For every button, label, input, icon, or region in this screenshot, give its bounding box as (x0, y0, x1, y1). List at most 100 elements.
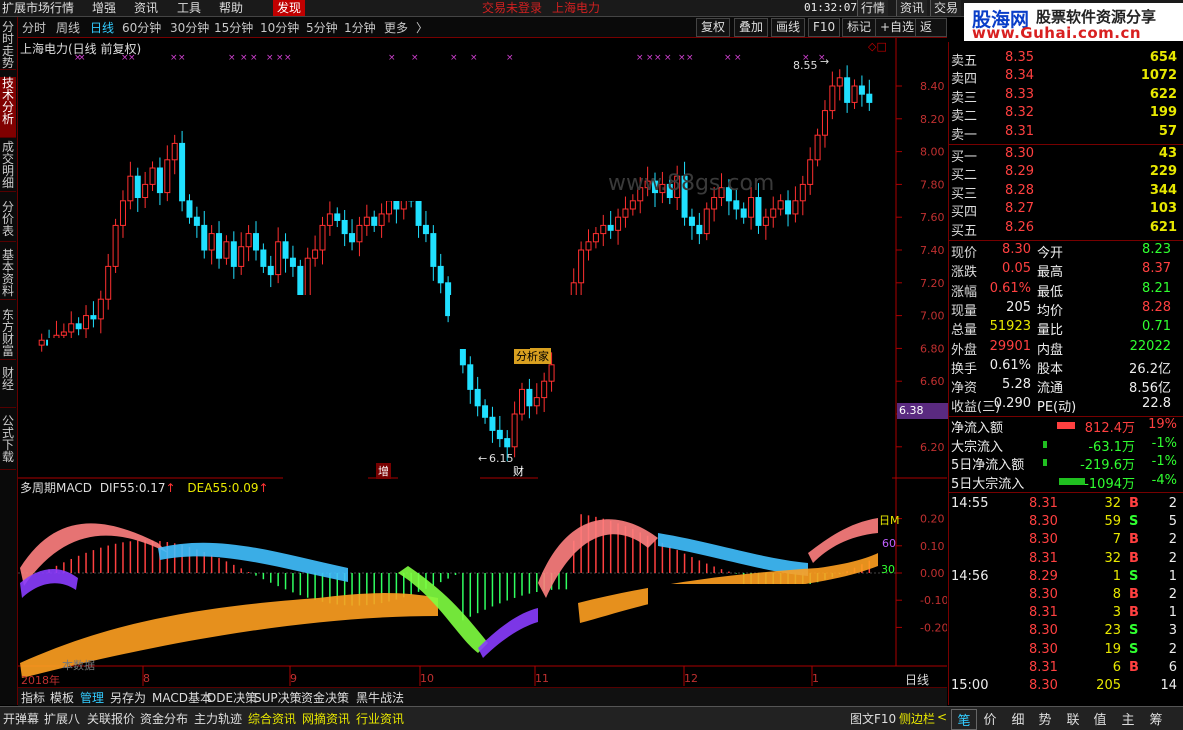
status-news[interactable]: 综合资讯 (248, 710, 296, 727)
right-tab[interactable]: 值 (1088, 709, 1112, 728)
tab-manage[interactable]: 管理 (80, 689, 104, 706)
status-danmaku[interactable]: 开弹幕 (3, 710, 39, 727)
status-main-track[interactable]: 主力轨迹 (194, 710, 242, 727)
menu-discover[interactable]: 发现 (273, 0, 306, 16)
sell-level-row[interactable]: 卖五 8.35 654 (949, 50, 1179, 69)
right-tab[interactable]: 主 (1116, 709, 1140, 728)
menu-market[interactable]: 扩展市场行情 (2, 0, 74, 16)
chevron-right-icon[interactable]: 〉 (416, 19, 428, 36)
tab-template[interactable]: 模板 (50, 689, 74, 706)
macd-title: 多周期MACD DIF55:0.17↑ DEA55:0.09↑ (20, 479, 269, 496)
status-related[interactable]: 关联报价 (87, 710, 135, 727)
period-tab[interactable]: 5分钟 (306, 19, 338, 36)
period-tab[interactable]: 周线 (56, 19, 80, 36)
status-capital-dist[interactable]: 资金分布 (140, 710, 188, 727)
side-tab-trades[interactable]: 成交明细 (0, 141, 16, 192)
flow-percent: 19% (1148, 417, 1177, 432)
side-tab-eastmoney[interactable]: 东方财富 (0, 309, 16, 360)
period-tab[interactable]: 15分钟 (214, 19, 253, 36)
right-tab-active[interactable]: 笔 (951, 709, 977, 730)
menu-news[interactable]: 资讯 (134, 0, 158, 16)
side-tab-basic-info[interactable]: 基本资料 (0, 249, 16, 300)
tab-capital[interactable]: 资金决策 (301, 689, 349, 706)
sidebar-toggle[interactable]: 侧边栏 (899, 710, 935, 727)
adjust-button[interactable]: 复权 (696, 18, 731, 37)
flow-bar (1043, 459, 1047, 466)
candle-body (252, 233, 259, 251)
buy-level-row[interactable]: 买二 8.29 229 (949, 164, 1179, 183)
analyst-tag[interactable]: 分析家 (514, 348, 551, 364)
flow-bar (1043, 440, 1047, 448)
tab-macd-basic[interactable]: MACD基本 (152, 689, 212, 706)
period-tab[interactable]: 60分钟 (122, 19, 161, 36)
status-industry[interactable]: 行业资讯 (356, 710, 404, 727)
buy-level-row[interactable]: 买三 8.28 344 (949, 183, 1179, 202)
f10-graphic-button[interactable]: 图文F10 (850, 710, 896, 727)
sell-level-row[interactable]: 卖二 8.32 199 (949, 105, 1179, 124)
occluded-area (555, 295, 892, 381)
candle-body (385, 200, 392, 215)
back-button[interactable]: 返回 (915, 18, 947, 51)
buy-level-row[interactable]: 买五 8.26 621 (949, 220, 1179, 239)
tab-save-as[interactable]: 另存为 (110, 689, 146, 706)
right-tab[interactable]: 筹 (1144, 709, 1168, 728)
candle-body (142, 183, 149, 199)
right-tab[interactable]: 细 (1006, 709, 1030, 728)
tick-row: 14:56 8.29 1 S 1 (949, 569, 1179, 587)
overlay-button[interactable]: 叠加 (734, 18, 769, 37)
signal-mark: × (724, 53, 732, 63)
status-web-news[interactable]: 网摘资讯 (302, 710, 350, 727)
side-tab-timeshare[interactable]: 分时走势 (0, 21, 16, 70)
tick-count: 2 (1168, 496, 1177, 511)
mark-button[interactable]: 标记 (842, 18, 877, 37)
tick-count: 3 (1168, 623, 1177, 639)
f10-button[interactable]: F10 (808, 18, 841, 37)
menu-trade[interactable]: 交易 (930, 0, 962, 16)
status-ext8[interactable]: 扩展八 (44, 710, 80, 727)
sell-level-row[interactable]: 卖四 8.34 1072 (949, 68, 1179, 87)
stat-row: 涨幅 0.61% 最低 8.21 (949, 281, 1179, 300)
menu-help[interactable]: 帮助 (219, 0, 243, 16)
side-tab-price-table[interactable]: 分价表 (0, 201, 16, 242)
right-tab[interactable]: 联 (1061, 709, 1085, 728)
sell-level-row[interactable]: 卖三 8.33 622 (949, 86, 1179, 106)
sell-level-row[interactable]: 卖一 8.31 57 (949, 124, 1179, 143)
tab-indicator[interactable]: 指标 (21, 689, 45, 706)
chevron-left-icon[interactable]: < (937, 710, 947, 724)
menu-tools[interactable]: 工具 (177, 0, 201, 16)
right-tab[interactable]: 价 (978, 709, 1002, 728)
period-tab-active[interactable]: 日线 (90, 19, 114, 36)
menu-enhance[interactable]: 增强 (92, 0, 116, 16)
increase-tag[interactable]: 增 (376, 463, 391, 479)
sell-level-volume: 622 (1149, 86, 1177, 102)
candle-body (785, 200, 792, 215)
side-tab-formula[interactable]: 公式下载 (0, 415, 16, 470)
price-axis-label: 8.40 (920, 80, 945, 93)
buy-level-row[interactable]: 买四 8.27 103 (949, 201, 1179, 220)
tab-sup[interactable]: SUP决策 (254, 689, 302, 706)
stat-value: 8.30 (1002, 242, 1031, 257)
menu-quote[interactable]: 行情 (857, 0, 889, 16)
period-more[interactable]: 更多 (384, 19, 408, 36)
login-status[interactable]: 交易未登录 (482, 0, 542, 16)
tab-black-bull[interactable]: 黑牛战法 (356, 689, 404, 706)
login-stock: 上海电力 (552, 1, 601, 15)
signal-mark: × (178, 53, 186, 63)
tag-30: 30 (881, 563, 895, 576)
flow-value: -219.6万 (1080, 458, 1135, 473)
flow-bar (1057, 422, 1075, 429)
period-tab[interactable]: 1分钟 (344, 19, 376, 36)
add-watchlist-button[interactable]: +自选 (875, 18, 920, 37)
period-tab[interactable]: 分时 (22, 19, 46, 36)
tick-row: 8.30 19 S 2 (949, 642, 1179, 660)
side-tab-technical[interactable]: 技术分析 (0, 77, 16, 138)
buy-level-row[interactable]: 买一 8.30 43 (949, 146, 1179, 165)
side-tab-finance[interactable]: 财经 (0, 367, 16, 408)
draw-button[interactable]: 画线 (771, 18, 806, 37)
menu-info[interactable]: 资讯 (896, 0, 928, 16)
period-tab[interactable]: 10分钟 (260, 19, 299, 36)
right-tab[interactable]: 势 (1033, 709, 1057, 728)
finance-tag[interactable]: 财 (513, 463, 524, 479)
tab-dde[interactable]: DDE决策 (207, 689, 257, 706)
period-tab[interactable]: 30分钟 (170, 19, 209, 36)
